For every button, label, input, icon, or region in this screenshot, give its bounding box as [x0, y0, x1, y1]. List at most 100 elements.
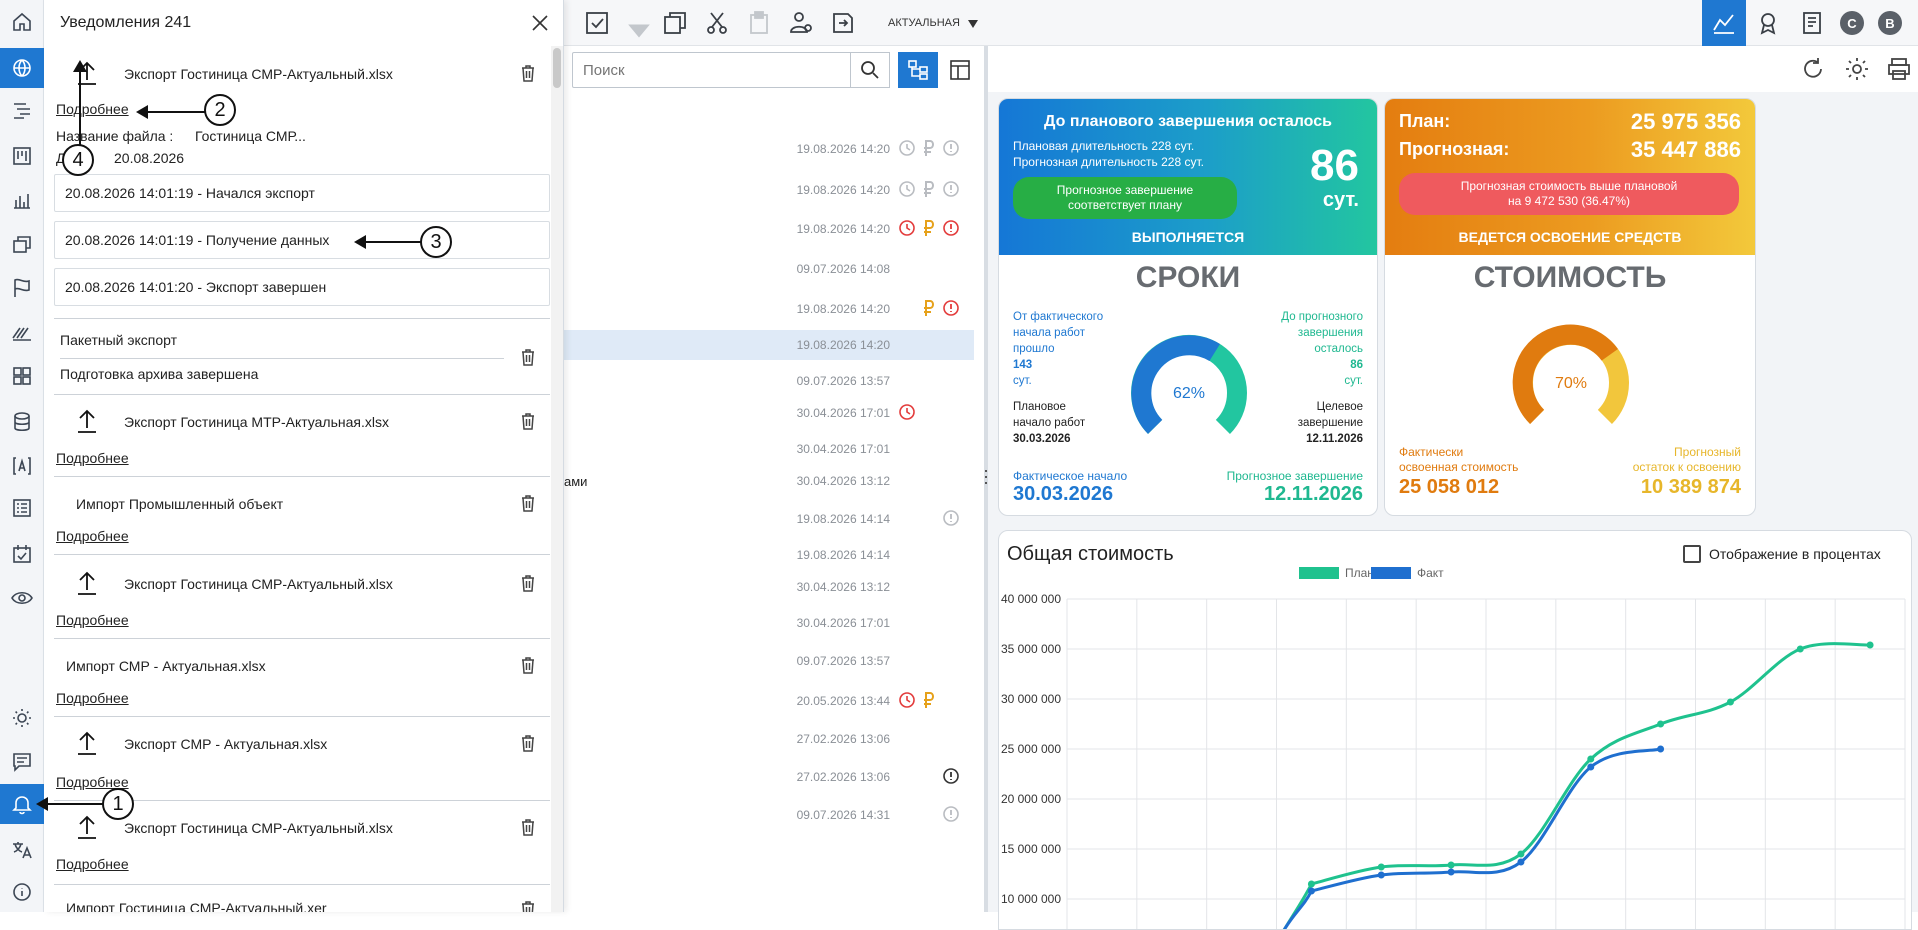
kanban-icon[interactable] — [0, 136, 44, 176]
data-point[interactable] — [1517, 858, 1525, 866]
table-row[interactable]: 30.04.2026 17:01 — [564, 608, 974, 638]
checklist-icon[interactable] — [0, 488, 44, 528]
flag-icon[interactable] — [0, 268, 44, 308]
data-point[interactable] — [1307, 887, 1315, 895]
data-point[interactable] — [1377, 871, 1385, 879]
table-row[interactable]: 27.02.2026 13:06 — [564, 762, 974, 792]
refresh-icon[interactable] — [1800, 56, 1826, 82]
award-icon[interactable] — [1746, 0, 1790, 46]
table-row[interactable]: 20.05.2026 13:44 — [564, 686, 974, 716]
globe-icon[interactable] — [0, 48, 44, 88]
table-row[interactable]: 09.07.2026 14:08 — [564, 254, 974, 284]
data-point[interactable] — [1657, 720, 1665, 728]
info-icon[interactable] — [0, 872, 44, 912]
text-bracket-icon[interactable] — [0, 446, 44, 486]
upload-icon — [78, 815, 96, 839]
version-select[interactable]: АКТУАЛЬНАЯ — [888, 17, 960, 29]
data-point[interactable] — [1587, 755, 1595, 763]
trash-icon[interactable] — [520, 734, 536, 752]
trash-icon[interactable] — [520, 348, 536, 366]
percent-checkbox[interactable] — [1683, 545, 1701, 563]
table-row[interactable]: 30.04.2026 13:12 — [564, 572, 974, 602]
grid-icon[interactable] — [0, 356, 44, 396]
data-point[interactable] — [1377, 863, 1385, 871]
table-row[interactable]: 30.04.2026 17:01 — [564, 434, 974, 464]
translate-icon[interactable] — [0, 830, 44, 870]
message-icon[interactable] — [0, 742, 44, 782]
table-row[interactable]: 09.07.2026 14:31 — [564, 800, 974, 830]
legend-swatch[interactable] — [1371, 567, 1411, 579]
avatar-b[interactable]: В — [1868, 0, 1912, 46]
trash-icon[interactable] — [520, 412, 536, 430]
data-point[interactable] — [1866, 641, 1874, 649]
trash-icon[interactable] — [520, 818, 536, 836]
notifications-scrollbar[interactable] — [551, 46, 563, 912]
copy-icon[interactable] — [662, 10, 690, 36]
table-row[interactable]: 19.08.2026 14:20 — [564, 330, 974, 360]
table-row[interactable]: 30.04.2026 17:01 — [564, 398, 974, 428]
table-row[interactable]: 09.07.2026 13:57 — [564, 366, 974, 396]
details-link[interactable]: Подробнее — [56, 528, 129, 544]
trash-icon[interactable] — [520, 494, 536, 512]
data-point[interactable] — [1657, 745, 1665, 753]
close-icon[interactable] — [529, 12, 551, 34]
data-point[interactable] — [1587, 763, 1595, 771]
upload-icon — [78, 409, 96, 433]
list-tree-icon[interactable] — [0, 90, 44, 130]
search-input[interactable] — [572, 52, 862, 88]
database-icon[interactable] — [0, 402, 44, 442]
certificate-icon[interactable] — [1790, 0, 1834, 46]
table-row[interactable]: 27.02.2026 13:06 — [564, 724, 974, 754]
data-point[interactable] — [1447, 861, 1455, 869]
settings-gear-icon[interactable] — [1844, 56, 1870, 82]
chevron-down-icon[interactable] — [968, 20, 978, 28]
table-row[interactable]: 19.08.2026 14:14 — [564, 504, 974, 534]
table-row[interactable]: 19.08.2026 14:20 — [564, 214, 974, 244]
trash-icon[interactable] — [520, 64, 536, 82]
export-doc-icon[interactable] — [830, 10, 858, 36]
people-settings-icon[interactable] — [788, 10, 816, 36]
details-link[interactable]: Подробнее — [56, 101, 129, 117]
divider — [54, 394, 550, 395]
checkbox-square-icon[interactable] — [584, 10, 612, 36]
trash-icon[interactable] — [520, 656, 536, 674]
chart-icon[interactable] — [0, 180, 44, 220]
trash-icon[interactable] — [520, 574, 536, 592]
sun-icon[interactable] — [0, 698, 44, 738]
details-link[interactable]: Подробнее — [56, 856, 129, 872]
calendar-check-icon[interactable] — [0, 534, 44, 574]
chevron-down-icon[interactable] — [626, 18, 650, 38]
stripes-icon[interactable] — [0, 312, 44, 352]
table-row[interactable]: 19.08.2026 14:20 — [564, 134, 974, 164]
table-row[interactable]: 19.08.2026 14:20 — [564, 175, 974, 205]
print-icon[interactable] — [1886, 56, 1912, 82]
hierarchy-view-icon[interactable] — [898, 52, 938, 88]
data-point[interactable] — [1726, 698, 1734, 706]
details-link[interactable]: Подробнее — [56, 450, 129, 466]
table-row[interactable]: 19.08.2026 14:20 — [564, 294, 974, 324]
paste-icon[interactable] — [746, 10, 774, 36]
elapsed-label-1: От фактического — [1013, 311, 1104, 323]
search-icon[interactable] — [850, 52, 890, 88]
trash-icon[interactable] — [520, 900, 536, 912]
table-row[interactable]: 19.08.2026 14:14 — [564, 540, 974, 570]
remaining-label-1: До прогнозного — [1281, 311, 1363, 323]
details-link[interactable]: Подробнее — [56, 612, 129, 628]
data-point[interactable] — [1517, 850, 1525, 858]
trend-chart-icon[interactable] — [1702, 0, 1746, 46]
legend-swatch[interactable] — [1299, 567, 1339, 579]
details-link[interactable]: Подробнее — [56, 690, 129, 706]
data-point[interactable] — [1796, 645, 1804, 653]
callout-1: 1 — [102, 788, 134, 820]
chart-legend[interactable]: План Факт — [1299, 567, 1444, 580]
data-point[interactable] — [1447, 868, 1455, 876]
data-point[interactable] — [1307, 880, 1315, 888]
scissors-icon[interactable] — [704, 10, 732, 36]
home-icon[interactable] — [0, 2, 44, 42]
table-row[interactable]: 30.04.2026 13:12 — [564, 466, 974, 496]
table-row[interactable]: 09.07.2026 13:57 — [564, 646, 974, 676]
windows-icon[interactable] — [0, 224, 44, 264]
table-view-icon[interactable] — [940, 52, 980, 88]
eye-icon[interactable] — [0, 578, 44, 618]
days-remaining-unit: сут. — [1322, 189, 1359, 211]
